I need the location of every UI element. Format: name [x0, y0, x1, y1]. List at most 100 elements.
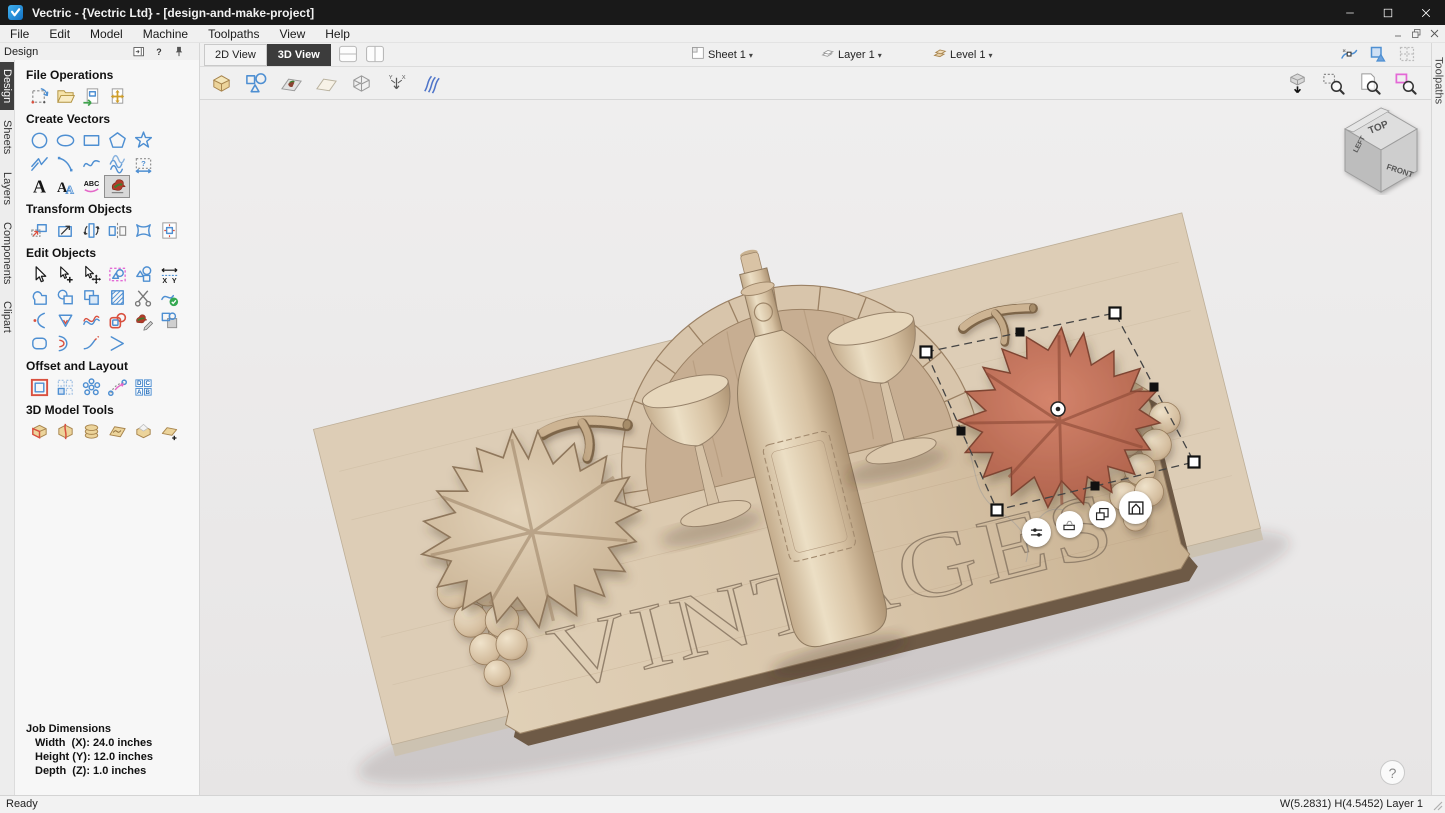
import-vectors-icon[interactable] [78, 85, 104, 108]
circular-copy-icon[interactable] [78, 376, 104, 399]
draw-ellipse-icon[interactable] [52, 129, 78, 152]
draw-arc-icon[interactable] [52, 152, 78, 175]
edit-picture-icon[interactable] [130, 309, 156, 332]
subtract-vectors-icon[interactable] [52, 286, 78, 309]
menu-edit[interactable]: Edit [39, 25, 80, 42]
move-selection-icon[interactable] [26, 219, 52, 242]
group-ungroup-icon[interactable] [130, 263, 156, 286]
menu-file[interactable]: File [0, 25, 39, 42]
sheet-1-dropdown[interactable]: Sheet 1▾ [690, 45, 753, 65]
resize-grip[interactable] [1433, 801, 1443, 811]
draw-text-block-icon[interactable]: AA [52, 175, 78, 198]
viewport-3d[interactable]: VINTAGES [200, 100, 1431, 795]
texture-model-icon[interactable] [104, 420, 130, 443]
toolpath-lines-icon[interactable] [418, 70, 445, 97]
mdi-minimize[interactable] [1391, 27, 1405, 41]
distort-object-icon[interactable] [130, 219, 156, 242]
join-vectors-icon[interactable] [52, 332, 78, 355]
overlap-vectors-icon[interactable] [78, 286, 104, 309]
menu-machine[interactable]: Machine [133, 25, 198, 42]
snap-grid-icon[interactable] [1398, 45, 1417, 64]
draw-star-icon[interactable] [130, 129, 156, 152]
open-file-icon[interactable] [52, 85, 78, 108]
copy-along-curve-icon[interactable] [104, 376, 130, 399]
draw-circle-icon[interactable] [26, 129, 52, 152]
chamfer-corners-icon[interactable] [104, 332, 130, 355]
dock-panel-icon[interactable] [131, 44, 146, 59]
hatch-vectors-icon[interactable] [104, 286, 130, 309]
draw-rectangle-icon[interactable] [78, 129, 104, 152]
shaded-view-icon[interactable] [1284, 70, 1311, 97]
tab-clipart[interactable]: Clipart [0, 294, 14, 340]
select-tool-icon[interactable] [26, 263, 52, 286]
floating-button-component-outline[interactable] [1089, 501, 1116, 528]
tab-sheets[interactable]: Sheets [0, 113, 14, 161]
smooth-model-icon[interactable] [130, 420, 156, 443]
zoom-selection-icon[interactable] [1392, 70, 1419, 97]
fillet-tool-icon[interactable] [26, 309, 52, 332]
draw-polygon-icon[interactable] [104, 129, 130, 152]
snap-geometry-icon[interactable] [1369, 45, 1388, 64]
help-button[interactable]: ? [1380, 760, 1405, 785]
layer-1-dropdown[interactable]: Layer 1▾ [820, 45, 882, 65]
toggle-plate-icon[interactable] [313, 70, 340, 97]
tab-3d-view[interactable]: 3D View [267, 44, 331, 66]
measure-tool-icon[interactable]: XY [156, 263, 182, 286]
mdi-restore[interactable] [1409, 27, 1423, 41]
nesting-icon[interactable]: DCAB [130, 376, 156, 399]
draw-polyline-icon[interactable] [26, 152, 52, 175]
extend-vectors-icon[interactable] [78, 332, 104, 355]
floating-button-adjust-sliders[interactable] [1022, 518, 1051, 547]
transform-tool-icon[interactable] [78, 263, 104, 286]
split-vertical-icon[interactable] [364, 43, 386, 65]
floating-button-component-flat[interactable] [1056, 511, 1083, 538]
menu-view[interactable]: View [269, 25, 315, 42]
floating-button-component-raised[interactable] [1119, 491, 1152, 524]
help-icon[interactable]: ? [151, 44, 166, 59]
offset-vectors-tag-icon[interactable] [104, 309, 130, 332]
offset-selection-icon[interactable] [26, 376, 52, 399]
set-size-icon[interactable] [52, 219, 78, 242]
tab-components[interactable]: Components [0, 215, 14, 291]
nav-cube[interactable]: TOP LEFT FRONT [1335, 103, 1427, 195]
add-model-plane-icon[interactable] [156, 420, 182, 443]
job-setup-icon[interactable] [26, 85, 52, 108]
split-model-icon[interactable] [52, 420, 78, 443]
tab-layers[interactable]: Layers [0, 165, 14, 212]
round-corners-icon[interactable] [26, 332, 52, 355]
array-copy-icon[interactable] [52, 376, 78, 399]
mirror-selection-icon[interactable] [104, 219, 130, 242]
rotate-selection-icon[interactable] [78, 219, 104, 242]
win-close[interactable] [1407, 0, 1445, 25]
trim-vectors-icon[interactable] [130, 286, 156, 309]
stack-models-icon[interactable] [78, 420, 104, 443]
mdi-close[interactable] [1427, 27, 1441, 41]
tab-design[interactable]: Design [0, 62, 14, 110]
draw-text-icon[interactable]: A [26, 175, 52, 198]
vector-validator-icon[interactable] [104, 263, 130, 286]
snap-node-icon[interactable] [1340, 45, 1359, 64]
draw-curve-icon[interactable] [78, 152, 104, 175]
draw-texture-icon[interactable] [104, 152, 130, 175]
fit-curve-to-spans-icon[interactable] [78, 309, 104, 332]
split-horizontal-icon[interactable] [337, 43, 359, 65]
toggle-vectors-icon[interactable] [243, 70, 270, 97]
rotation-pivot[interactable] [1051, 402, 1065, 416]
sharpen-corners-icon[interactable] [52, 309, 78, 332]
node-edit-tool-icon[interactable] [52, 263, 78, 286]
tab-2d-view[interactable]: 2D View [204, 44, 267, 66]
menu-toolpaths[interactable]: Toolpaths [198, 25, 269, 42]
draw-text-on-curve-icon[interactable]: ABC [78, 175, 104, 198]
draw-dimension-icon[interactable]: ? [130, 152, 156, 175]
menu-model[interactable]: Model [80, 25, 133, 42]
weld-vectors-icon[interactable] [26, 286, 52, 309]
zoom-extents-icon[interactable] [1356, 70, 1383, 97]
curve-fit-icon[interactable] [156, 286, 182, 309]
material-block-icon[interactable] [208, 70, 235, 97]
level-1-dropdown[interactable]: Level 1▾ [932, 45, 993, 65]
scene-3d[interactable]: VINTAGES [200, 100, 1431, 795]
model-from-vectors-icon[interactable] [26, 420, 52, 443]
menu-help[interactable]: Help [315, 25, 360, 42]
copy-shape-icon[interactable] [156, 309, 182, 332]
zoom-box-icon[interactable] [1320, 70, 1347, 97]
